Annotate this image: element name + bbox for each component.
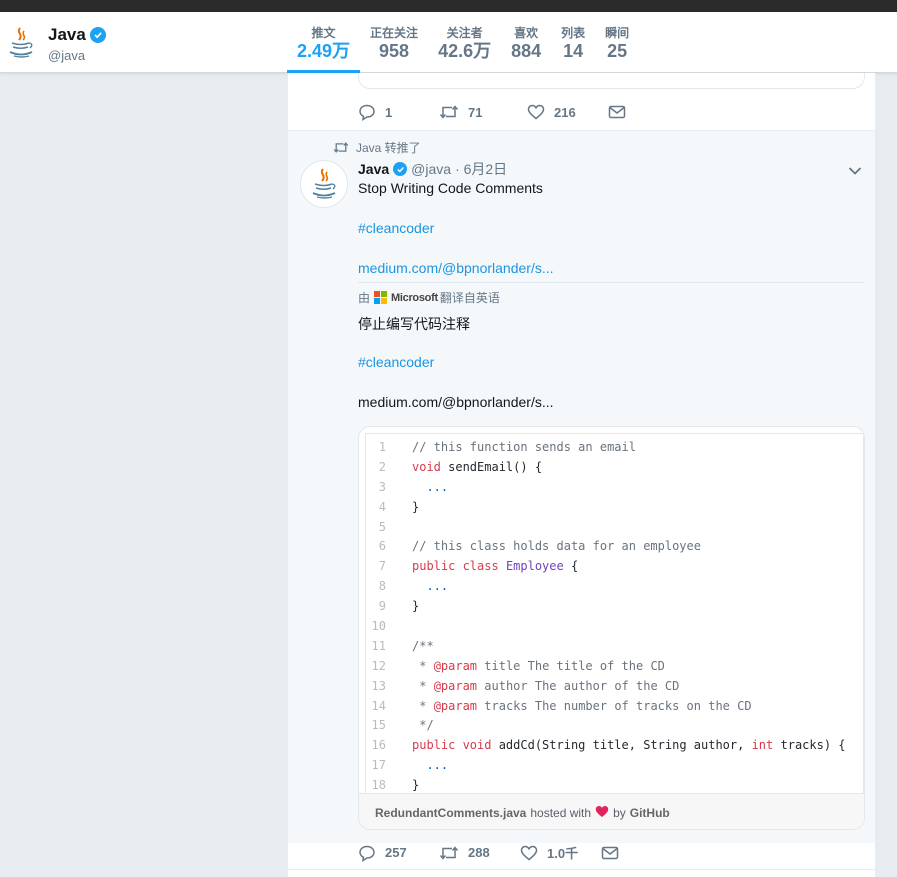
author-handle[interactable]: @java bbox=[411, 161, 451, 177]
tweet-hashtag[interactable]: #cleancoder bbox=[358, 220, 434, 236]
java-logo-icon bbox=[312, 168, 336, 199]
tweet-divider bbox=[288, 869, 875, 870]
code-line: 17 ... bbox=[371, 758, 449, 773]
heart-outline-icon bbox=[520, 845, 538, 860]
code-line: 14 * @param tracks The number of tracks … bbox=[371, 698, 752, 713]
gist-filename[interactable]: RedundantComments.java bbox=[375, 806, 526, 820]
code-line: 9} bbox=[378, 599, 420, 614]
tweet-link[interactable]: medium.com/@bpnorlander/s... bbox=[358, 260, 554, 276]
prev-tweet-actions: 1 71 216 bbox=[358, 103, 626, 121]
code-line: 2 void sendEmail() { bbox=[378, 459, 543, 474]
tweet-actions: 257 288 1.0千 bbox=[358, 843, 619, 862]
nav-following[interactable]: 正在关注 958 bbox=[360, 12, 428, 73]
tweet-text: Stop Writing Code Comments bbox=[358, 180, 543, 196]
reply-icon bbox=[359, 104, 375, 121]
code-line: 12 * @param title The title of the CD bbox=[371, 658, 665, 673]
gist-embed-card[interactable]: 1// this function sends an email 2 void s… bbox=[358, 426, 865, 830]
verified-badge-icon bbox=[89, 27, 106, 43]
code-block: 1// this function sends an email 2 void s… bbox=[366, 438, 863, 796]
tweet-date[interactable]: · 6月2日 bbox=[455, 159, 507, 179]
retweet-button[interactable]: 71 bbox=[439, 104, 527, 120]
nav-tweets[interactable]: 推文 2.49万 bbox=[287, 12, 361, 73]
code-line: 7 public class Employee { bbox=[378, 559, 579, 574]
envelope-icon bbox=[601, 846, 619, 859]
translated-text: 停止编写代码注释 bbox=[358, 316, 470, 332]
retweet-icon bbox=[333, 142, 349, 153]
like-button[interactable]: 1.0千 bbox=[520, 843, 601, 862]
java-logo-icon[interactable] bbox=[6, 26, 36, 60]
heart-outline-icon bbox=[527, 104, 545, 120]
gist-footer: RedundantComments.java hosted with by Gi… bbox=[359, 793, 864, 829]
reply-button[interactable]: 1 bbox=[358, 103, 439, 121]
code-line: 11/** bbox=[371, 638, 434, 653]
chevron-down-icon bbox=[848, 167, 862, 175]
code-line: 1// this function sends an email bbox=[378, 440, 636, 454]
code-line: 8 ... bbox=[378, 579, 449, 594]
code-line: 15 */ bbox=[371, 718, 434, 733]
direct-message-button[interactable] bbox=[601, 846, 619, 860]
reply-icon bbox=[359, 845, 375, 862]
retweet-button[interactable]: 288 bbox=[439, 845, 520, 861]
code-line: 5 bbox=[378, 519, 386, 534]
envelope-icon bbox=[608, 105, 626, 119]
code-line: 16 public void addCd(String title, String… bbox=[371, 738, 846, 753]
profile-handle: @java bbox=[48, 48, 86, 63]
author-name[interactable]: Java bbox=[358, 161, 389, 177]
translation-separator bbox=[358, 282, 864, 283]
tweet-header: Java @java · 6月2日 bbox=[358, 159, 507, 179]
nav-likes[interactable]: 喜欢 884 bbox=[501, 12, 551, 73]
translated-hashtag[interactable]: #cleancoder bbox=[358, 354, 434, 370]
translator-name[interactable]: Microsoft bbox=[391, 292, 438, 304]
nav-moments[interactable]: 瞬间 25 bbox=[595, 12, 639, 73]
reply-button[interactable]: 257 bbox=[358, 844, 439, 862]
profile-nav: 推文 2.49万 正在关注 958 关注者 42.6万 喜欢 884 列表 14… bbox=[287, 12, 639, 73]
microsoft-logo-icon bbox=[374, 291, 388, 304]
gist-code-panel: 1// this function sends an email 2 void s… bbox=[365, 433, 864, 793]
direct-message-button[interactable] bbox=[608, 105, 626, 119]
author-avatar[interactable] bbox=[300, 160, 348, 208]
code-line: 6// this class holds data for an employe… bbox=[378, 539, 701, 554]
window-top-strip bbox=[0, 0, 897, 12]
tweet-menu-button[interactable] bbox=[848, 163, 862, 181]
code-line: 4} bbox=[378, 499, 420, 514]
github-link[interactable]: GitHub bbox=[630, 806, 670, 820]
translation-attribution: 由 Microsoft 翻译自英语 bbox=[358, 291, 500, 305]
retweet-icon bbox=[439, 105, 459, 119]
previous-card-edge bbox=[358, 73, 865, 89]
retweet-context: Java 转推了 bbox=[333, 139, 421, 156]
profile-name[interactable]: Java bbox=[48, 25, 106, 45]
verified-badge-icon bbox=[393, 162, 408, 176]
like-button[interactable]: 216 bbox=[527, 104, 608, 120]
nav-followers[interactable]: 关注者 42.6万 bbox=[428, 12, 501, 73]
profile-header-bar: Java @java 推文 2.49万 正在关注 958 关注者 42.6万 喜… bbox=[0, 12, 897, 73]
retweet-icon bbox=[439, 845, 459, 860]
code-line: 13 * @param author The author of the CD bbox=[371, 678, 680, 693]
translated-link: medium.com/@bpnorlander/s... bbox=[358, 394, 554, 410]
code-line: 10 bbox=[371, 619, 386, 634]
nav-lists[interactable]: 列表 14 bbox=[551, 12, 595, 73]
heart-icon bbox=[595, 805, 609, 821]
code-line: 3 ... bbox=[378, 479, 449, 494]
